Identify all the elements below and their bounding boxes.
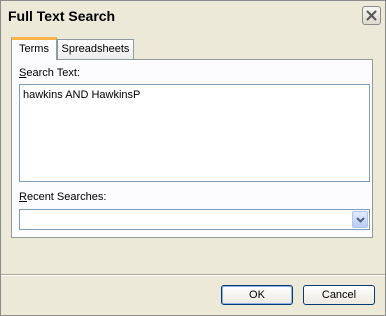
close-button[interactable]	[362, 6, 381, 25]
close-icon	[366, 10, 377, 21]
recent-searches-label: Recent Searches:	[19, 191, 106, 203]
search-text-input[interactable]: hawkins AND HawkinsP	[19, 84, 370, 182]
search-text-label: Search Text:	[19, 67, 80, 79]
footer-separator	[1, 274, 385, 276]
tab-terms[interactable]: Terms	[11, 37, 57, 60]
cancel-button[interactable]: Cancel	[303, 285, 375, 305]
ok-button[interactable]: OK	[221, 285, 293, 305]
search-text-value: hawkins AND HawkinsP	[23, 89, 141, 101]
search-text-label-rest: earch Text:	[26, 67, 80, 79]
recent-searches-dropdown-button[interactable]	[352, 211, 368, 228]
recent-searches-label-rest: ecent Searches:	[26, 191, 107, 203]
title-bar[interactable]: Full Text Search	[1, 1, 385, 31]
full-text-search-dialog: Full Text Search Terms Spreadsheets Sear…	[0, 0, 386, 316]
recent-searches-label-accel: R	[19, 191, 27, 203]
tab-spreadsheets[interactable]: Spreadsheets	[57, 39, 134, 59]
terms-panel: Search Text: hawkins AND HawkinsP Recent…	[11, 59, 373, 238]
window-title: Full Text Search	[8, 8, 116, 24]
chevron-down-icon	[356, 217, 365, 223]
recent-searches-combo[interactable]	[19, 209, 370, 230]
